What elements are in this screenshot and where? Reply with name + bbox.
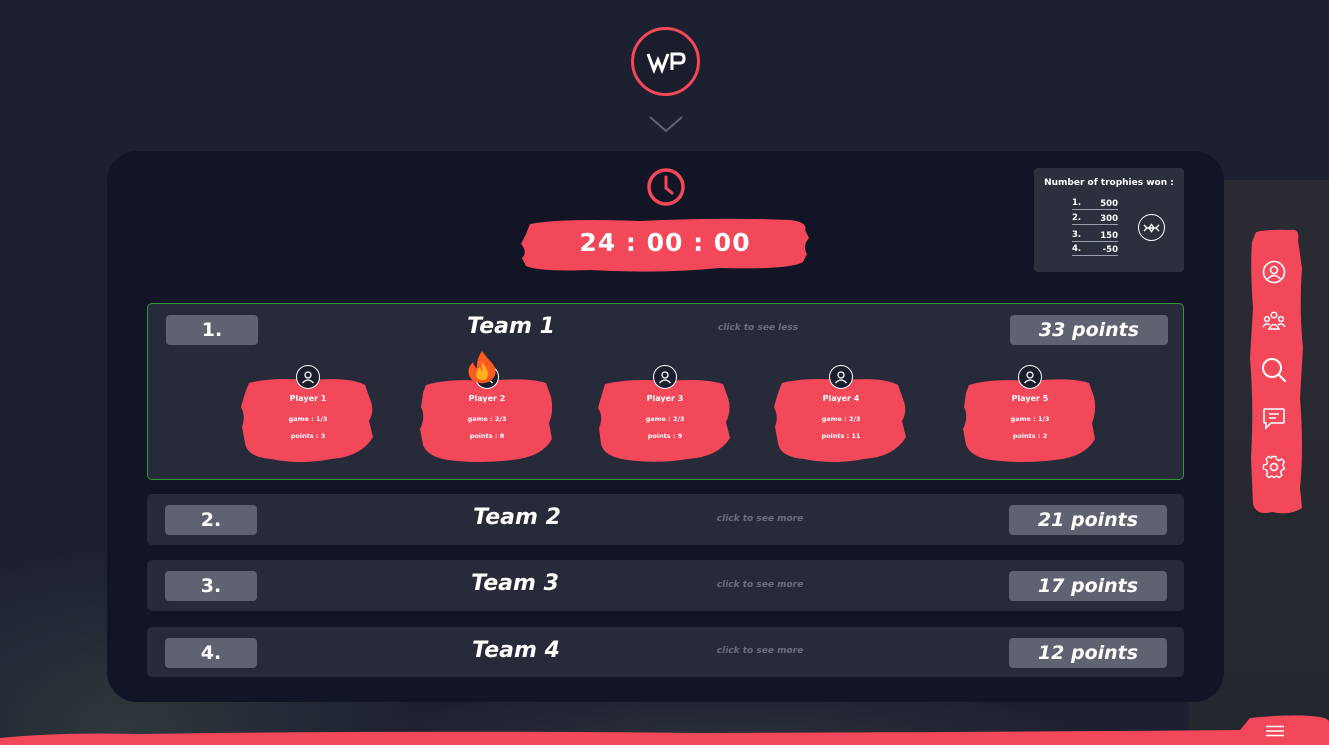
hamburger-menu-icon[interactable]	[1265, 725, 1285, 737]
toggle-see-less[interactable]: click to see less	[698, 323, 818, 333]
player-game: game : 2/3	[821, 415, 861, 423]
trophy-rank: 2.	[1072, 213, 1082, 223]
team-rank: 4.	[165, 638, 257, 668]
trophy-value: 300	[1100, 214, 1118, 224]
avatar-icon	[296, 365, 320, 389]
profile-icon[interactable]	[1261, 259, 1287, 285]
player-game: game : 1/3	[1010, 415, 1050, 423]
player-card[interactable]: Player 1 game : 1/3 points : 3	[241, 365, 375, 463]
player-points: points : 2	[1012, 432, 1048, 440]
player-name: Player 1	[289, 394, 327, 403]
toggle-see-more[interactable]: click to see more	[700, 646, 820, 656]
team-rank: 1.	[166, 315, 258, 345]
team-points: 12 points	[1009, 638, 1167, 668]
chevron-down-icon[interactable]	[648, 114, 684, 134]
trophy-emblem-icon	[1138, 214, 1165, 241]
trophy-value: -50	[1102, 245, 1118, 255]
team-points: 21 points	[1009, 505, 1167, 535]
player-card[interactable]: Player 5 game : 1/3 points : 2	[963, 365, 1097, 463]
player-game: game : 1/3	[288, 415, 328, 423]
clock-icon	[647, 168, 685, 206]
team-row[interactable]: 4. Team 4 click to see more 12 points	[147, 627, 1184, 677]
player-game: game : 2/3	[467, 415, 507, 423]
trophy-rank: 1.	[1072, 198, 1082, 208]
countdown-timer: 24 : 00 : 00	[579, 228, 751, 257]
player-name: Player 2	[468, 394, 506, 403]
team-points: 17 points	[1009, 571, 1167, 601]
trophy-row: 3. 150	[1072, 230, 1118, 242]
player-card[interactable]: Player 2 game : 2/3 points : 8	[420, 365, 554, 463]
player-points: points : 9	[647, 432, 683, 440]
player-game: game : 2/3	[645, 415, 685, 423]
brand-logo[interactable]	[631, 27, 700, 96]
trophy-value: 500	[1100, 199, 1118, 209]
avatar-icon	[1018, 365, 1042, 389]
fire-icon	[468, 351, 496, 383]
team-rank: 3.	[165, 571, 257, 601]
settings-icon[interactable]	[1261, 454, 1287, 480]
player-points: points : 3	[290, 432, 326, 440]
trophy-row: 1. 500	[1072, 198, 1118, 210]
team-name: Team 4	[472, 638, 560, 663]
team-points: 33 points	[1010, 315, 1168, 345]
bottom-brush-bar	[0, 715, 1329, 745]
toggle-see-more[interactable]: click to see more	[700, 580, 820, 590]
side-menu	[1250, 228, 1304, 516]
trophy-row: 2. 300	[1072, 213, 1118, 225]
trophy-row: 4. -50	[1072, 244, 1118, 256]
avatar-icon	[829, 365, 853, 389]
team-name: Team 2	[473, 505, 561, 530]
team-name: Team 3	[471, 571, 559, 596]
team-name: Team 1	[467, 314, 555, 339]
team-rank: 2.	[165, 505, 257, 535]
trophies-title: Number of trophies won :	[1044, 178, 1174, 188]
chat-icon[interactable]	[1261, 405, 1287, 431]
trophy-rank: 4.	[1072, 244, 1082, 254]
player-points: points : 11	[821, 432, 861, 440]
player-name: Player 4	[822, 394, 860, 403]
search-icon[interactable]	[1261, 357, 1287, 383]
logo-mark	[646, 52, 686, 74]
player-card[interactable]: Player 3 game : 2/3 points : 9	[598, 365, 732, 463]
player-points: points : 8	[469, 432, 505, 440]
toggle-see-more[interactable]: click to see more	[700, 514, 820, 524]
team-row[interactable]: 2. Team 2 click to see more 21 points	[147, 494, 1184, 545]
trophy-value: 150	[1100, 231, 1118, 241]
player-card[interactable]: Player 4 game : 2/3 points : 11	[774, 365, 908, 463]
team-icon[interactable]	[1261, 308, 1287, 334]
avatar-icon	[653, 365, 677, 389]
player-name: Player 5	[1011, 394, 1049, 403]
team-row[interactable]: 3. Team 3 click to see more 17 points	[147, 560, 1184, 611]
trophy-rank: 3.	[1072, 230, 1082, 240]
player-name: Player 3	[646, 394, 684, 403]
